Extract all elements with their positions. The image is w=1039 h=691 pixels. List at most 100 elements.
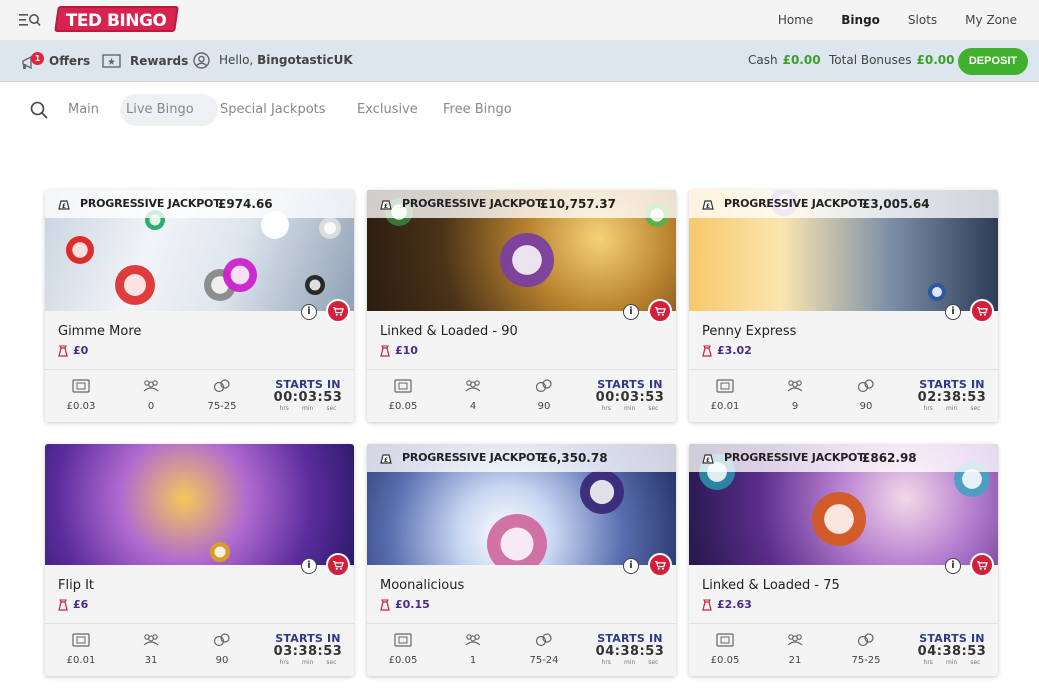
prize-value: £10 <box>395 344 418 357</box>
game-image[interactable]: £ PROGRESSIVE JACKPOT £10,757.37 <box>367 190 676 311</box>
cart-icon[interactable] <box>970 299 994 323</box>
offers-count-badge: 1 <box>31 52 44 65</box>
game-image[interactable]: £ PROGRESSIVE JACKPOT £3,005.64 <box>689 190 998 311</box>
game-name[interactable]: Linked & Loaded - 75 <box>702 578 840 593</box>
offers-link[interactable]: Offers <box>49 41 90 81</box>
prize-bag-icon <box>58 344 68 357</box>
deposit-button[interactable]: DEPOSIT <box>958 48 1028 75</box>
logo-text: TED BINGO <box>65 11 167 31</box>
unit-min: min <box>623 659 636 666</box>
game-card[interactable]: £ PROGRESSIVE JACKPOT £3,005.64 i Penny … <box>689 190 998 422</box>
cart-icon[interactable] <box>648 553 672 577</box>
game-image[interactable]: £ PROGRESSIVE JACKPOT £974.66 <box>45 190 354 311</box>
nav-slots[interactable]: Slots <box>908 13 937 27</box>
info-icon[interactable]: i <box>945 304 961 320</box>
game-image[interactable] <box>45 444 354 565</box>
game-image[interactable]: £ PROGRESSIVE JACKPOT £862.98 <box>689 444 998 565</box>
ticket-price: £0.05 <box>378 378 428 412</box>
jackpot-amount: £862.98 <box>862 451 917 465</box>
nav-bingo[interactable]: Bingo <box>841 13 880 27</box>
ticket-price-value: £0.05 <box>388 655 418 666</box>
logo[interactable]: TED BINGO <box>54 6 179 32</box>
tab-exclusive[interactable]: Exclusive <box>357 94 418 126</box>
game-name[interactable]: Flip It <box>58 578 94 593</box>
info-icon[interactable]: i <box>301 558 317 574</box>
starts-in: STARTS IN 02:38:53 hrs min sec <box>917 378 987 412</box>
info-icon[interactable]: i <box>623 304 639 320</box>
game-name[interactable]: Linked & Loaded - 90 <box>380 324 518 339</box>
game-image[interactable]: £ PROGRESSIVE JACKPOT £6,350.78 <box>367 444 676 565</box>
countdown-time: 02:38:53 <box>917 390 987 405</box>
info-icon[interactable]: i <box>945 558 961 574</box>
players-icon <box>787 634 803 646</box>
menu-search-icon[interactable] <box>19 12 41 28</box>
game-type-value: 90 <box>859 401 873 412</box>
cart-icon[interactable] <box>326 553 350 577</box>
game-name[interactable]: Penny Express <box>702 324 796 339</box>
countdown-units: hrs min sec <box>273 405 343 412</box>
game-name[interactable]: Gimme More <box>58 324 141 339</box>
bonus-value: £0.00 <box>916 53 955 67</box>
prize-bag-icon <box>702 344 712 357</box>
game-name[interactable]: Moonalicious <box>380 578 464 593</box>
tab-live-bingo[interactable]: Live Bingo <box>120 94 218 126</box>
player-count-value: 1 <box>469 655 477 666</box>
starts-in: STARTS IN 03:38:53 hrs min sec <box>273 632 343 666</box>
ticket-price: £0.05 <box>700 632 750 666</box>
info-icon[interactable]: i <box>623 558 639 574</box>
cart-icon[interactable] <box>970 553 994 577</box>
rewards-link[interactable]: Rewards <box>130 41 188 81</box>
info-icon[interactable]: i <box>301 304 317 320</box>
unit-min: min <box>301 659 314 666</box>
username[interactable]: BingotasticUK <box>257 53 353 67</box>
svg-text:£: £ <box>62 203 66 210</box>
tab-special-jackpots[interactable]: Special Jackpots <box>220 94 326 126</box>
user-icon[interactable] <box>193 52 210 69</box>
ticket-price-value: £0.01 <box>710 401 740 412</box>
countdown-units: hrs min sec <box>595 659 665 666</box>
game-card[interactable]: £ PROGRESSIVE JACKPOT £6,350.78 i Moonal… <box>367 444 676 676</box>
jackpot-bag-icon: £ <box>380 200 392 210</box>
game-prize: £3.02 <box>702 344 752 357</box>
unit-hrs: hrs <box>923 405 933 412</box>
jackpot-label: PROGRESSIVE JACKPOT <box>724 197 865 210</box>
progressive-jackpot-bar: £ PROGRESSIVE JACKPOT £862.98 <box>689 444 998 472</box>
cart-icon[interactable] <box>326 299 350 323</box>
unit-min: min <box>945 659 958 666</box>
starts-in: STARTS IN 00:03:53 hrs min sec <box>273 378 343 412</box>
game-card[interactable]: i Flip It £6 £0.01 31 90 STARTS IN 03:38… <box>45 444 354 676</box>
game-card[interactable]: £ PROGRESSIVE JACKPOT £974.66 i Gimme Mo… <box>45 190 354 422</box>
game-card[interactable]: £ PROGRESSIVE JACKPOT £10,757.37 i Linke… <box>367 190 676 422</box>
nav-my-zone[interactable]: My Zone <box>965 13 1017 27</box>
tab-main[interactable]: Main <box>68 94 99 126</box>
rewards-icon[interactable] <box>102 54 121 68</box>
countdown-time: 03:38:53 <box>273 644 343 659</box>
countdown-units: hrs min sec <box>917 659 987 666</box>
bingo-balls-icon <box>535 379 552 393</box>
players-icon <box>465 380 481 392</box>
ticket-price-value: £0.03 <box>66 401 96 412</box>
search-icon[interactable] <box>30 101 48 119</box>
jackpot-amount: £974.66 <box>218 197 273 211</box>
unit-min: min <box>301 405 314 412</box>
rewards-label: Rewards <box>130 54 189 68</box>
player-count: 4 <box>448 378 498 412</box>
svg-text:£: £ <box>706 203 710 210</box>
unit-hrs: hrs <box>601 659 611 666</box>
ticket-icon <box>716 633 734 647</box>
game-artwork-balls <box>210 542 230 562</box>
unit-min: min <box>623 405 636 412</box>
jackpot-bag-icon: £ <box>702 454 714 464</box>
bonus-label: Total Bonuses <box>829 53 912 67</box>
game-type: 90 <box>841 378 891 412</box>
tab-free-bingo[interactable]: Free Bingo <box>443 94 512 126</box>
prize-bag-icon <box>380 598 390 611</box>
jackpot-bag-icon: £ <box>702 200 714 210</box>
jackpot-bag-icon: £ <box>58 200 70 210</box>
nav-home[interactable]: Home <box>778 13 813 27</box>
game-card[interactable]: £ PROGRESSIVE JACKPOT £862.98 i Linked &… <box>689 444 998 676</box>
players-icon <box>465 634 481 646</box>
cart-icon[interactable] <box>648 299 672 323</box>
svg-text:£: £ <box>384 457 388 464</box>
jackpot-label: PROGRESSIVE JACKPOT <box>724 451 865 464</box>
